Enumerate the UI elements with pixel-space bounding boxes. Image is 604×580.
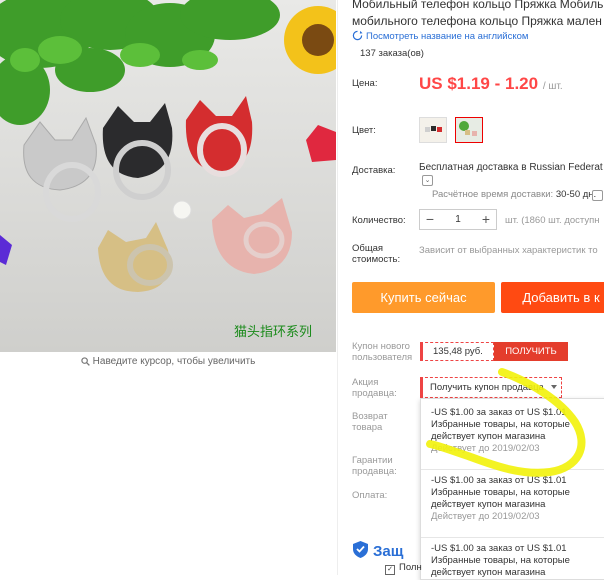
- coupon-validity: Действует до 2019/02/03: [431, 511, 540, 522]
- quantity-stepper[interactable]: − 1 +: [419, 209, 497, 230]
- delivery-value[interactable]: Бесплатная доставка в Russian Federat: [419, 162, 603, 173]
- price-label: Цена:: [352, 78, 378, 89]
- new-user-coupon-label: Купон нового пользователя: [352, 341, 412, 363]
- return-label: Возврат товара: [352, 411, 388, 433]
- coupon-scope: действует купон магазина: [431, 431, 546, 442]
- coupon-scope: действует купон магазина: [431, 567, 546, 578]
- total-label: Общая стоимость:: [352, 243, 400, 265]
- price-amount: US $1.19 - 1.20: [419, 74, 539, 93]
- get-coupon-button[interactable]: ПОЛУЧИТЬ: [494, 342, 568, 361]
- column-divider: [337, 0, 338, 575]
- translate-link[interactable]: Посмотреть название на английском: [352, 30, 528, 42]
- product-title-line1: Мобильный телефон кольцо Пряжка Мобильн: [352, 0, 604, 11]
- translate-icon: [352, 30, 363, 41]
- coupon-scope: Избранные товары, на которые: [431, 419, 570, 430]
- coupon-scope: действует купон магазина: [431, 499, 546, 510]
- info-icon[interactable]: [592, 190, 603, 201]
- delivery-estimate-label: Расчётное время доставки:: [432, 189, 554, 200]
- product-photo: 猫头指环系列: [0, 0, 336, 352]
- buyer-protection-title: Защ: [352, 540, 403, 560]
- swatch-image: [420, 118, 446, 142]
- shield-icon: [353, 541, 368, 558]
- coupon-divider: [421, 469, 604, 470]
- zoom-hint-text: Наведите курсор, чтобы увеличить: [92, 356, 256, 367]
- guarantee-label-line1: Гарантии: [352, 455, 393, 466]
- swatch-image: [456, 118, 482, 142]
- seller-promo-label-line2: продавца:: [352, 388, 397, 399]
- new-user-coupon-amount: 135,48 руб.: [420, 342, 494, 361]
- coupon-scope: Избранные товары, на которые: [431, 487, 570, 498]
- product-image[interactable]: 猫头指环系列: [0, 0, 336, 352]
- price-unit: / шт.: [542, 81, 563, 92]
- coupon-option[interactable]: -US $1.00 за заказ от US $1.01 Избранные…: [431, 407, 604, 455]
- return-label-line2: товара: [352, 422, 383, 433]
- total-value: Зависит от выбранных характеристик то: [419, 245, 598, 256]
- quantity-label: Количество:: [352, 215, 406, 226]
- zoom-hint: Наведите курсор, чтобы увеличить: [0, 356, 336, 367]
- new-user-coupon-label-line1: Купон нового: [352, 341, 410, 352]
- caret-down-icon: [551, 385, 557, 389]
- magnifier-icon: [80, 357, 90, 366]
- coupon-validity: Действует до 2019/02/03: [431, 443, 540, 454]
- delivery-label: Доставка:: [352, 165, 396, 176]
- image-caption: 猫头指环系列: [234, 324, 312, 339]
- check-icon: ✓: [385, 565, 395, 575]
- coupon-divider: [421, 537, 604, 538]
- seller-coupon-list: -US $1.00 за заказ от US $1.01 Избранные…: [420, 398, 604, 580]
- total-label-line2: стоимость:: [352, 254, 401, 265]
- coupon-discount: -US $1.00 за заказ от US $1.01: [431, 543, 567, 554]
- buyer-protection-item-text: Полн: [399, 562, 422, 573]
- color-label: Цвет:: [352, 125, 376, 136]
- coupon-option[interactable]: -US $1.00 за заказ от US $1.01 Избранные…: [431, 475, 604, 523]
- orders-count: 137 заказа(ов): [360, 48, 424, 59]
- coupon-scope: Избранные товары, на которые: [431, 555, 570, 566]
- buyer-protection-item: ✓ Полн: [385, 562, 422, 575]
- total-label-line1: Общая: [352, 243, 384, 254]
- delivery-estimate: Расчётное время доставки: 30-50 дн.: [432, 189, 596, 200]
- quantity-increase-button[interactable]: +: [476, 210, 496, 229]
- chevron-down-icon[interactable]: ⌄: [422, 175, 433, 186]
- seller-promo-label: Акция продавца:: [352, 377, 397, 399]
- quantity-decrease-button[interactable]: −: [420, 210, 440, 229]
- color-swatch-2[interactable]: [455, 117, 483, 143]
- coupon-discount: -US $1.00 за заказ от US $1.01: [431, 407, 567, 418]
- product-title-line2: мобильного телефона кольцо Пряжка мален: [352, 14, 602, 28]
- buy-now-button[interactable]: Купить сейчас: [352, 282, 495, 313]
- seller-coupon-dropdown[interactable]: Получить купон продавца: [420, 377, 562, 398]
- seller-promo-label-line1: Акция: [352, 377, 379, 388]
- quantity-input[interactable]: 1: [440, 210, 476, 229]
- buyer-protection-title-text: Защ: [373, 543, 404, 560]
- return-label-line1: Возврат: [352, 411, 388, 422]
- delivery-estimate-days: 30-50 дн.: [555, 189, 597, 200]
- payment-label: Оплата:: [352, 490, 388, 501]
- guarantee-label: Гарантии продавца:: [352, 455, 397, 477]
- seller-coupon-dropdown-label: Получить купон продавца: [430, 382, 544, 393]
- add-to-cart-button[interactable]: Добавить в к: [501, 282, 604, 313]
- translate-link-text[interactable]: Посмотреть название на английском: [366, 31, 528, 42]
- coupon-discount: -US $1.00 за заказ от US $1.01: [431, 475, 567, 486]
- quantity-available: шт. (1860 шт. доступн: [505, 215, 600, 226]
- guarantee-label-line2: продавца:: [352, 466, 397, 477]
- price-value: US $1.19 - 1.20 / шт.: [419, 74, 563, 94]
- new-user-coupon-label-line2: пользователя: [352, 352, 413, 363]
- color-swatch-1[interactable]: [419, 117, 447, 143]
- product-title: Мобильный телефон кольцо Пряжка Мобильн …: [352, 0, 604, 30]
- coupon-option[interactable]: -US $1.00 за заказ от US $1.01 Избранные…: [431, 543, 604, 579]
